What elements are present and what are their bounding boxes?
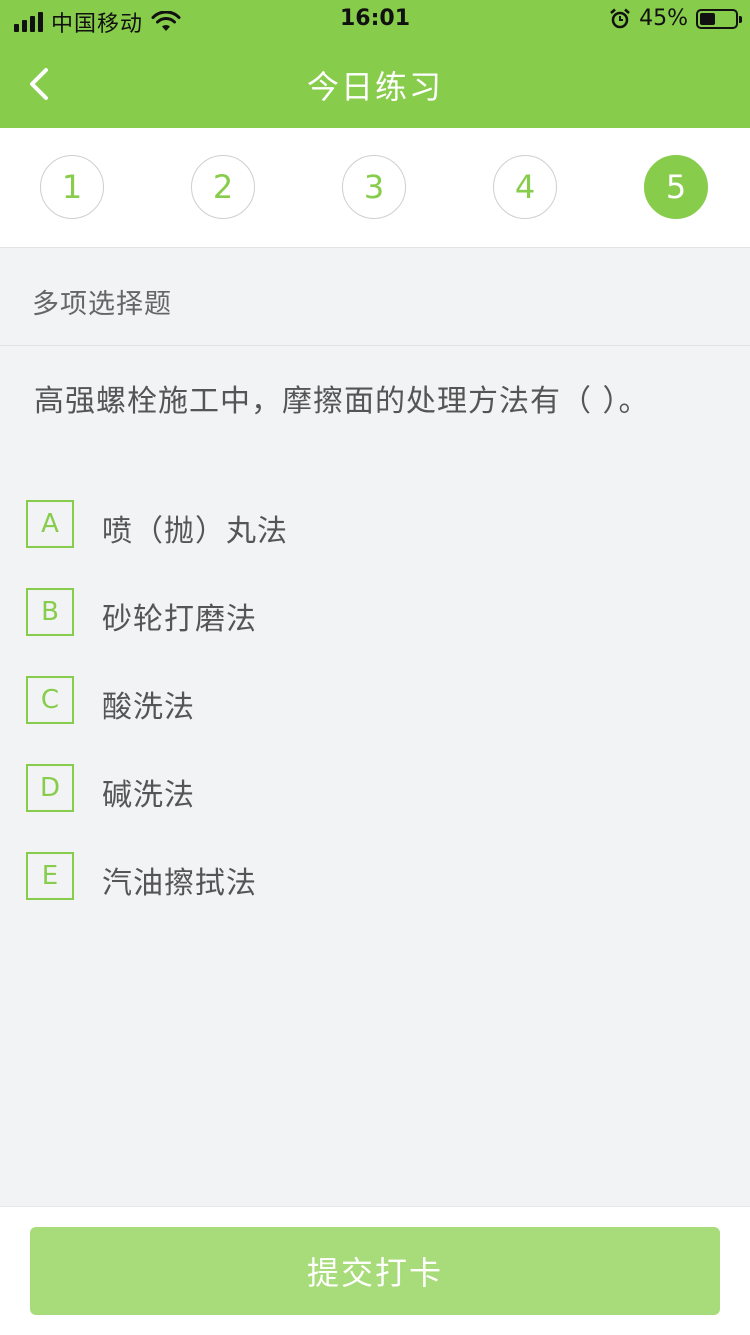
question-text: 高强螺栓施工中，摩擦面的处理方法有（ ）。 <box>34 384 650 419</box>
step-2[interactable]: 2 <box>191 155 255 219</box>
step-5[interactable]: 5 <box>644 155 708 219</box>
option-letter: E <box>26 852 74 900</box>
option-text: 砂轮打磨法 <box>102 602 257 637</box>
option-d[interactable]: D 碱洗法 <box>26 764 716 814</box>
option-letter: B <box>26 588 74 636</box>
step-4[interactable]: 4 <box>493 155 557 219</box>
bottom-bar: 提交打卡 <box>0 1206 750 1335</box>
option-c[interactable]: C 酸洗法 <box>26 676 716 726</box>
option-e[interactable]: E 汽油擦拭法 <box>26 852 716 902</box>
option-text: 汽油擦拭法 <box>102 866 257 901</box>
question-type: 多项选择题 <box>32 289 172 320</box>
battery-percent: 45% <box>639 6 688 31</box>
alarm-icon <box>610 8 630 28</box>
status-right: 45% <box>609 6 742 31</box>
option-letter: C <box>26 676 74 724</box>
option-text: 酸洗法 <box>102 690 195 725</box>
submit-checkin-button[interactable]: 提交打卡 <box>30 1227 720 1315</box>
nav-bar: 今日练习 <box>0 40 750 128</box>
page-title: 今日练习 <box>306 68 443 106</box>
question-type-bar: 多项选择题 <box>0 248 750 346</box>
option-letter: D <box>26 764 74 812</box>
option-text: 碱洗法 <box>102 778 195 813</box>
option-a[interactable]: A 喷（抛）丸法 <box>26 500 716 550</box>
battery-level <box>700 12 715 25</box>
status-bar: 中国移动 16:01 45% <box>0 0 750 40</box>
option-letter: A <box>26 500 74 548</box>
option-b[interactable]: B 砂轮打磨法 <box>26 588 716 638</box>
question-step-indicator: 1 2 3 4 5 <box>0 128 750 248</box>
step-1[interactable]: 1 <box>40 155 104 219</box>
battery-icon <box>696 8 742 29</box>
step-3[interactable]: 3 <box>342 155 406 219</box>
option-text: 喷（抛）丸法 <box>102 514 288 549</box>
